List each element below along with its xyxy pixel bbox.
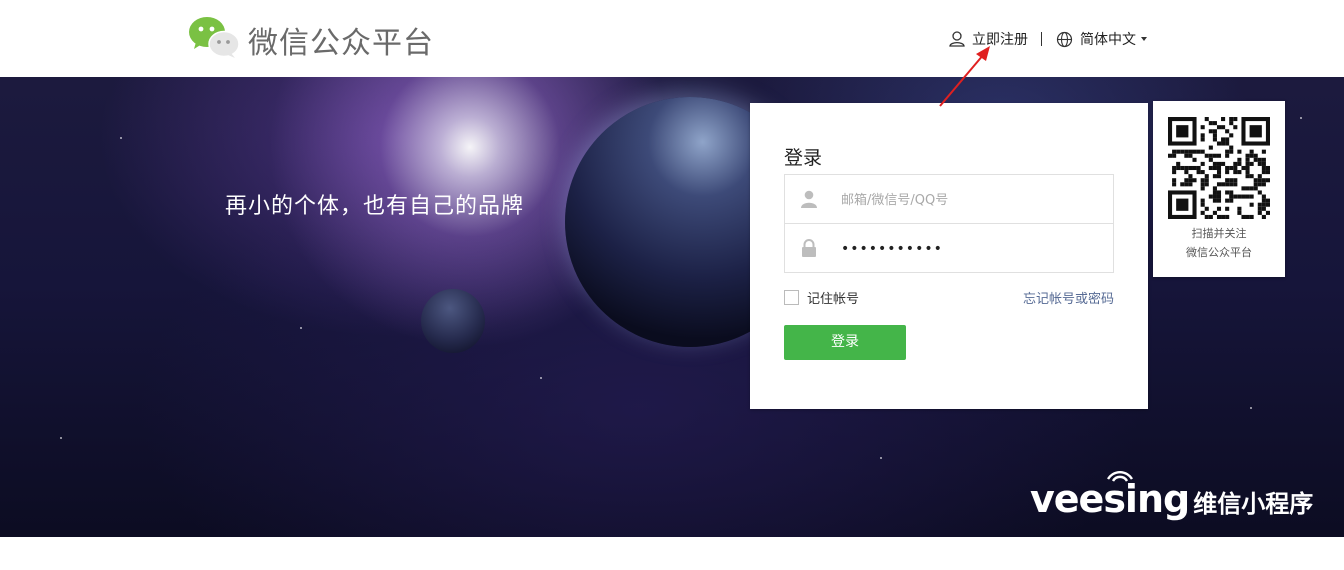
arrow-annotation-icon (939, 46, 990, 107)
